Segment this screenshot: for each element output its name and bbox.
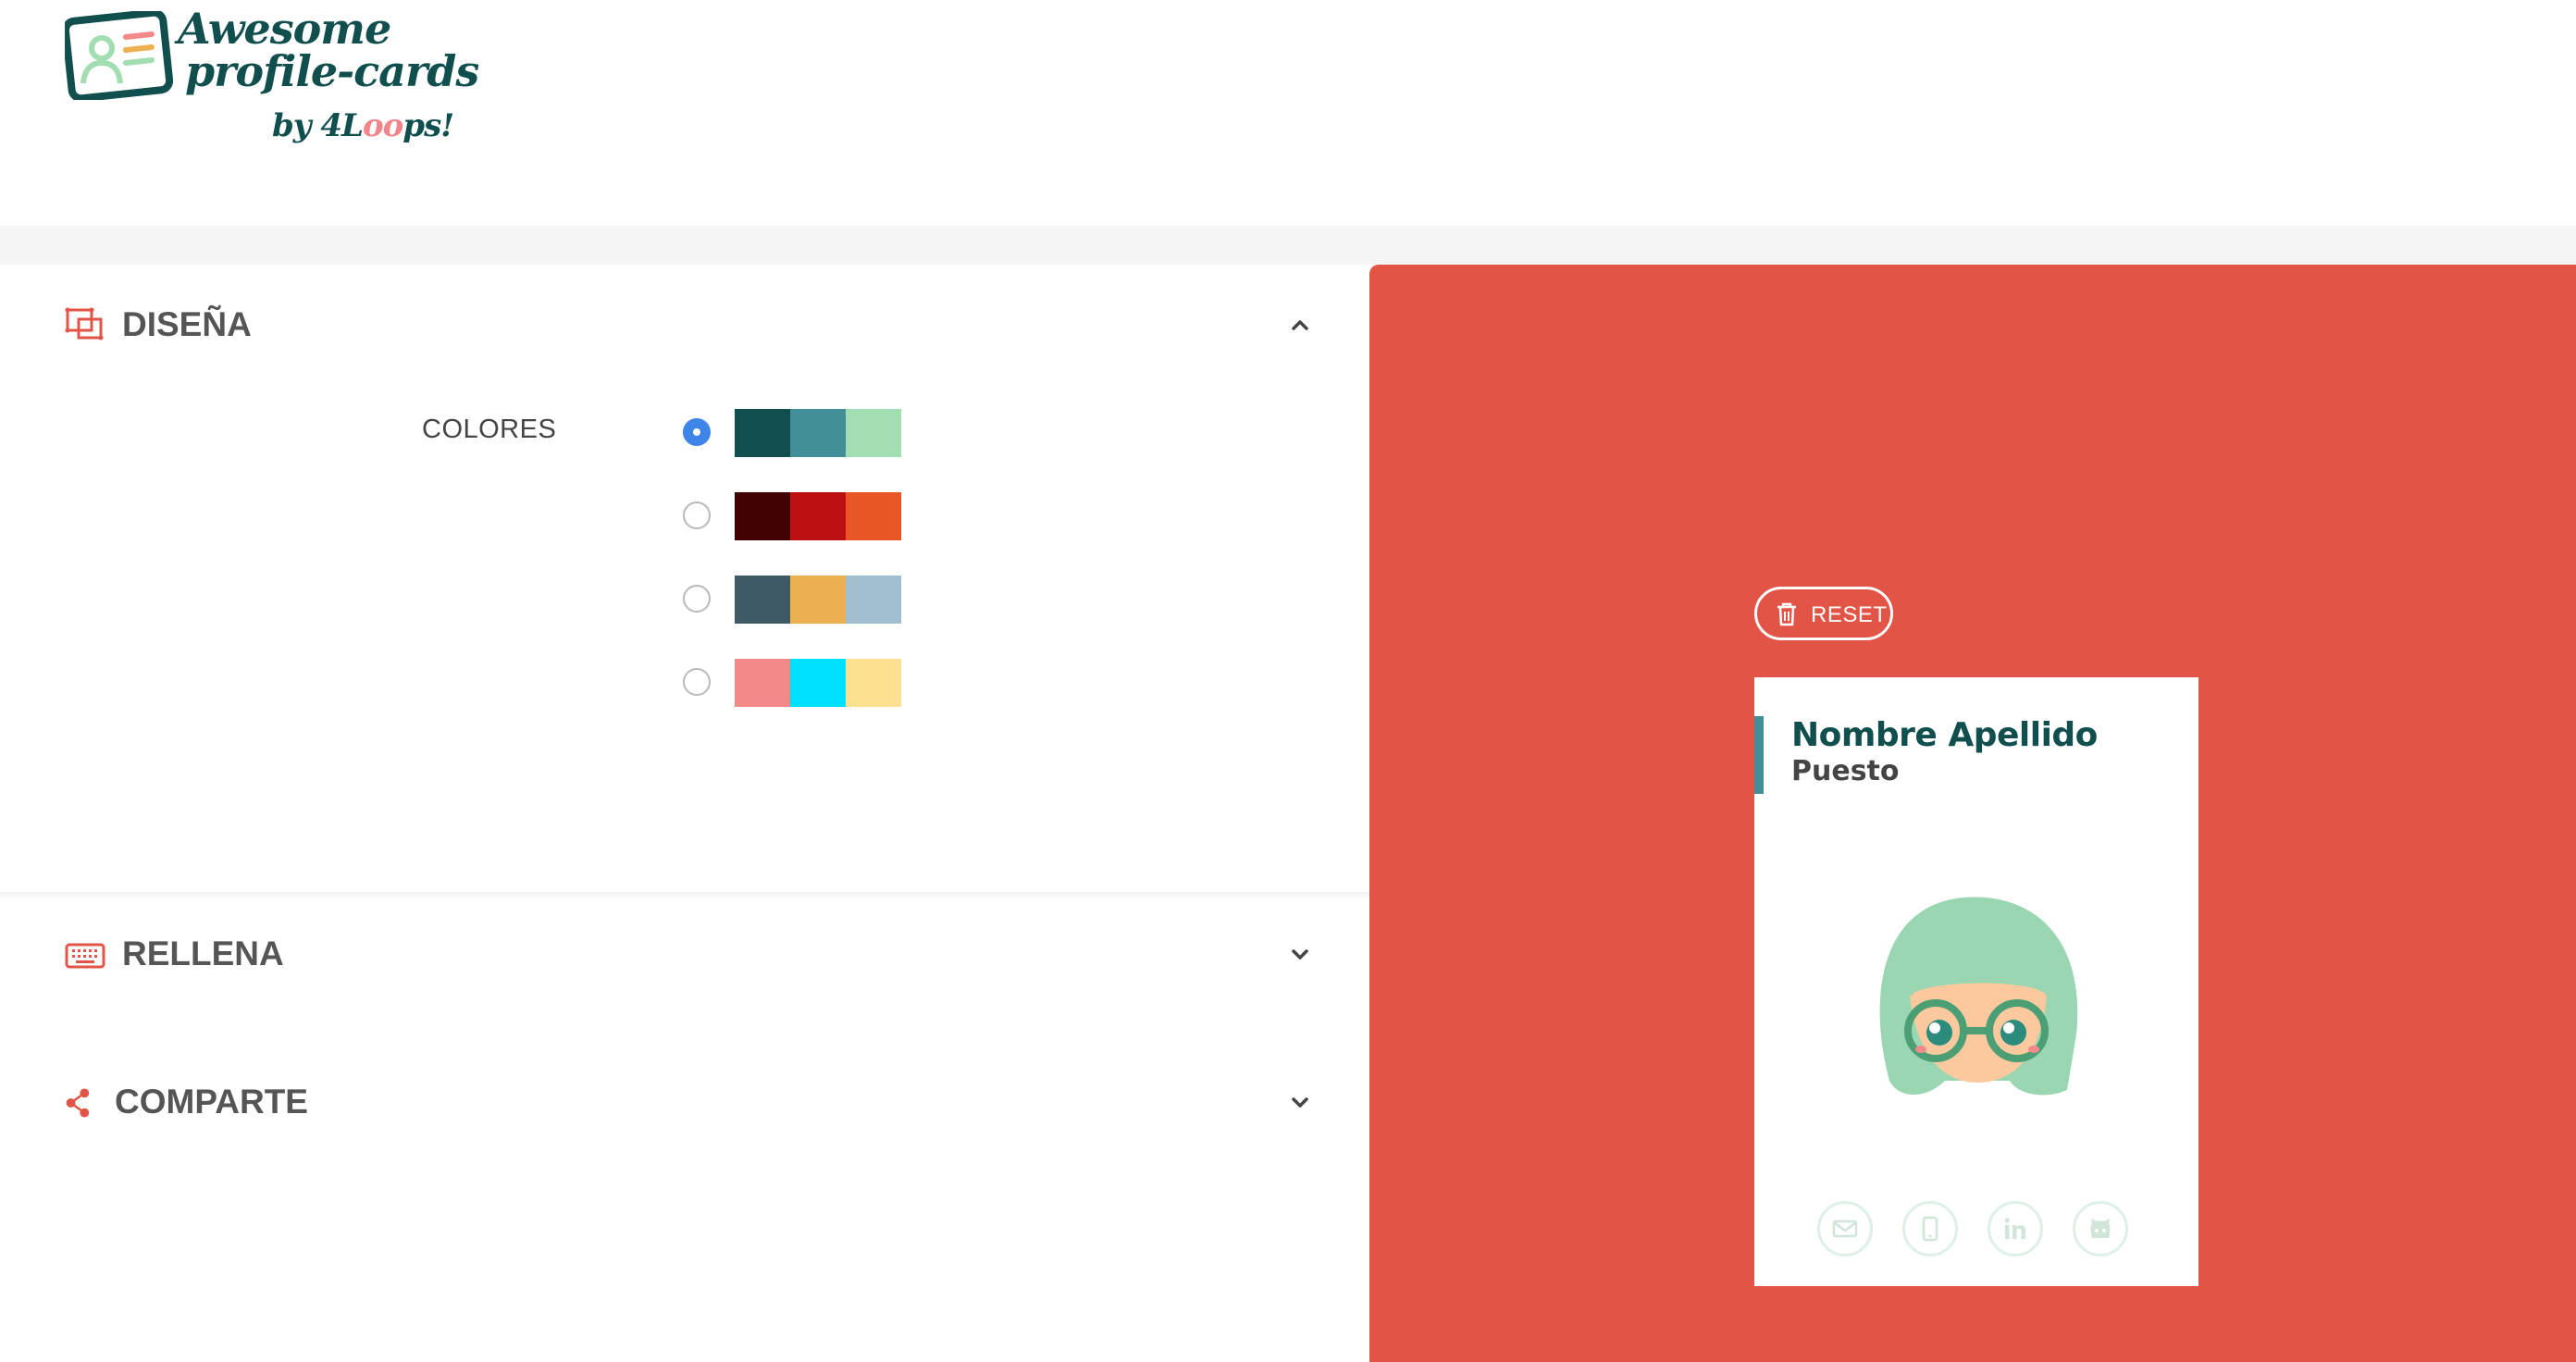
logo-title-line2: profile-cards: [185, 46, 479, 96]
palette-option-2[interactable]: [683, 492, 905, 540]
swatch: [846, 492, 901, 540]
section-title-design: DISEÑA: [122, 305, 252, 343]
chevron-down-icon[interactable]: [1286, 1088, 1314, 1116]
linkedin-icon: [2004, 1218, 2025, 1239]
reset-button[interactable]: RESET: [1754, 587, 1893, 640]
swatch: [735, 576, 790, 624]
chevron-up-icon[interactable]: [1286, 311, 1314, 339]
profile-card: Nombre Apellido Puesto: [1754, 677, 2198, 1286]
card-name: Nombre Apellido: [1791, 716, 2098, 754]
swatch: [846, 409, 901, 457]
swatch: [735, 492, 790, 540]
github-button[interactable]: [2073, 1201, 2128, 1257]
editor-panel: DISEÑA COLORES RELLENA COMPARTE: [0, 265, 1369, 1362]
swatch: [790, 576, 846, 624]
mail-icon: [1832, 1220, 1858, 1238]
logo-by-suffix: ps!: [402, 107, 454, 144]
preview-panel: RESET Nombre Apellido Puesto: [1369, 265, 2576, 1362]
reset-label: RESET: [1811, 602, 1888, 627]
palette-swatches-4[interactable]: [735, 659, 901, 707]
colors-label: COLORES: [422, 415, 557, 444]
palette-radio-4[interactable]: [683, 668, 711, 696]
palette-radio-3[interactable]: [683, 585, 711, 613]
section-header-fill[interactable]: RELLENA: [65, 927, 1314, 983]
trash-icon: [1777, 602, 1796, 626]
section-header-design[interactable]: DISEÑA: [65, 298, 1314, 353]
palette-option-4[interactable]: [683, 659, 905, 707]
swatch: [735, 659, 790, 707]
palette-radio-2[interactable]: [683, 501, 711, 529]
swatch: [735, 409, 790, 457]
palette-radio-1[interactable]: [683, 418, 711, 446]
header-divider-band: [0, 226, 2576, 265]
card-accent-bar: [1754, 716, 1764, 794]
palette-swatches-3[interactable]: [735, 576, 901, 624]
swatch: [846, 576, 901, 624]
swatch: [790, 409, 846, 457]
section-title-share: COMPARTE: [115, 1083, 308, 1121]
email-button[interactable]: [1817, 1201, 1873, 1257]
chevron-down-icon[interactable]: [1286, 940, 1314, 968]
swatch: [846, 659, 901, 707]
palette-swatches-2[interactable]: [735, 492, 901, 540]
palette-swatches-1[interactable]: [735, 409, 901, 457]
design-icon: [65, 307, 104, 340]
swatch: [790, 659, 846, 707]
github-icon: [2090, 1219, 2111, 1238]
section-title-fill: RELLENA: [122, 935, 284, 972]
logo-byline: by 4Loops!: [272, 107, 454, 144]
card-job: Puesto: [1791, 755, 1900, 787]
social-links: [1817, 1201, 2143, 1260]
palette-option-1[interactable]: [683, 409, 905, 457]
section-divider: [0, 892, 1369, 899]
app-logo[interactable]: Awesome profile-cards by 4Loops!: [65, 4, 479, 152]
profile-card-logo-icon: [65, 11, 174, 100]
linkedin-button[interactable]: [1988, 1201, 2043, 1257]
avatar: [1879, 897, 2078, 1096]
palette-option-3[interactable]: [683, 576, 905, 624]
keyboard-icon: [65, 943, 105, 969]
share-icon: [66, 1088, 90, 1118]
swatch: [790, 492, 846, 540]
header: Awesome profile-cards by 4Loops!: [0, 0, 2576, 226]
phone-icon: [1922, 1216, 1938, 1242]
logo-by-prefix: by 4L: [272, 107, 364, 144]
logo-by-oo: oo: [362, 107, 403, 144]
phone-button[interactable]: [1902, 1201, 1958, 1257]
section-header-share[interactable]: COMPARTE: [65, 1075, 1314, 1131]
